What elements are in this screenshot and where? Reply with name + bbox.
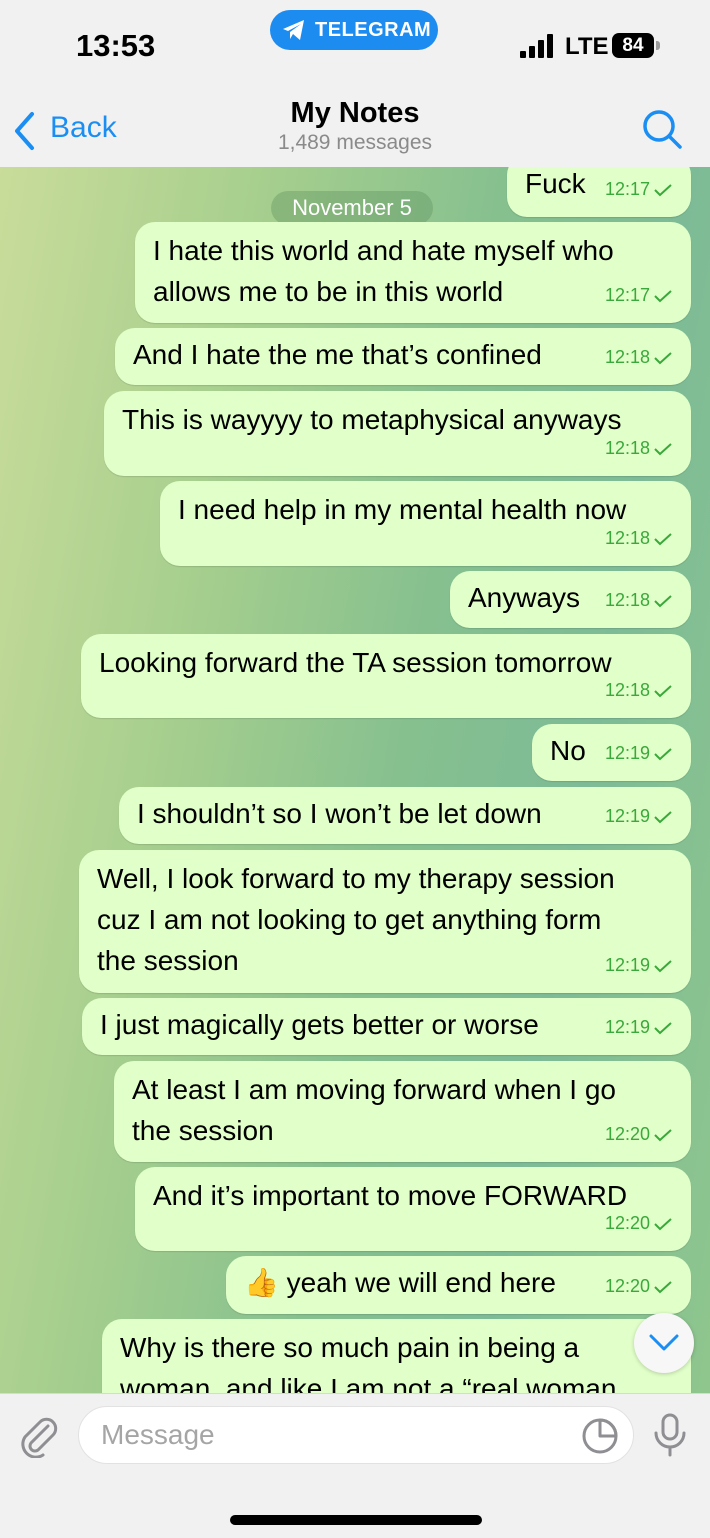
status-bar: 13:53 TELEGRAM LTE 84: [0, 0, 710, 95]
message-bubble[interactable]: I hate this world and hate myself who al…: [135, 222, 691, 323]
checkmark-icon: [654, 443, 672, 456]
message-meta: 12:20: [605, 1266, 673, 1307]
chevron-down-icon: [649, 1334, 679, 1351]
message-meta: 12:17: [605, 275, 673, 316]
message-text: 👍 yeah we will end here: [244, 1267, 556, 1298]
chat-header: Back My Notes 1,489 messages: [0, 95, 710, 168]
message-bubble[interactable]: At least I am moving forward when I go t…: [114, 1061, 691, 1162]
message-text: No: [550, 735, 586, 766]
message-text: Looking forward the TA session tomorrow: [99, 647, 612, 678]
message-time: 12:18: [604, 680, 650, 700]
message-bubble[interactable]: Well, I look forward to my therapy sessi…: [79, 850, 691, 993]
message-time: 12:19: [604, 1017, 650, 1037]
checkmark-icon: [654, 352, 672, 365]
microphone-icon[interactable]: [650, 1412, 690, 1458]
message-bubble[interactable]: This is wayyyy to metaphysical anyways 1…: [104, 391, 691, 476]
message-meta: 12:19: [605, 733, 673, 774]
message-meta: 12:19: [605, 796, 673, 837]
home-indicator: [230, 1515, 482, 1525]
telegram-pill-label: TELEGRAM: [315, 19, 432, 41]
message-bubble[interactable]: Fuck 12:17: [507, 167, 691, 217]
message-time: 12:17: [604, 285, 650, 305]
message-time: 12:19: [604, 955, 650, 975]
paperclip-icon[interactable]: [18, 1414, 60, 1458]
message-time: 12:20: [604, 1124, 650, 1144]
telegram-plane-icon: [283, 20, 304, 40]
status-time: 13:53: [76, 28, 156, 63]
message-text: At least I am moving forward when I go t…: [132, 1074, 616, 1146]
message-text: And it’s important to move FORWARD: [153, 1180, 628, 1211]
message-text: I need help in my mental health now: [178, 494, 627, 525]
message-meta: 12:18: [605, 428, 673, 469]
date-chip: November 5: [271, 191, 433, 225]
chat-title[interactable]: My Notes: [0, 97, 710, 130]
checkmark-icon: [654, 184, 672, 197]
checkmark-icon: [654, 533, 672, 546]
message-meta: 12:18: [605, 337, 673, 378]
message-bubble[interactable]: Looking forward the TA session tomorrow …: [81, 634, 691, 718]
battery-indicator: 84: [612, 33, 654, 58]
message-bubble[interactable]: I shouldn’t so I won’t be let down 12:19: [119, 787, 691, 844]
battery-tip: [656, 41, 660, 50]
message-meta: 12:17: [605, 169, 673, 210]
message-text: Anyways: [468, 582, 581, 613]
message-meta: 12:18: [605, 518, 673, 559]
message-text: Well, I look forward to my therapy sessi…: [97, 863, 615, 976]
message-bubble[interactable]: And it’s important to move FORWARD 12:20: [135, 1167, 691, 1251]
message-meta: 12:20: [605, 1114, 673, 1155]
message-meta: 12:20: [605, 1203, 673, 1244]
message-text: I shouldn’t so I won’t be let down: [137, 798, 542, 829]
message-time: 12:18: [604, 438, 650, 458]
message-time: 12:20: [604, 1276, 650, 1296]
network-label: LTE: [565, 33, 609, 60]
checkmark-icon: [654, 595, 672, 608]
checkmark-icon: [654, 1022, 672, 1035]
checkmark-icon: [654, 748, 672, 761]
message-bubble[interactable]: 👍 yeah we will end here 12:20: [226, 1256, 691, 1314]
message-text: Fuck: [525, 168, 586, 199]
message-bubble[interactable]: And I hate the me that’s confined 12:18: [115, 328, 691, 385]
checkmark-icon: [654, 811, 672, 824]
message-bubble[interactable]: Anyways 12:18: [450, 571, 691, 628]
signal-icon: [520, 34, 553, 58]
message-time: 12:18: [604, 347, 650, 367]
message-time: 12:20: [604, 1213, 650, 1233]
chat-subtitle: 1,489 messages: [277, 131, 433, 154]
search-icon[interactable]: [640, 107, 684, 151]
message-time: 12:19: [604, 743, 650, 763]
chat-area[interactable]: November 5 Fuck 12:17 I hate this world …: [0, 167, 710, 1393]
message-text: I hate this world and hate myself who al…: [153, 235, 614, 307]
checkmark-icon: [654, 685, 672, 698]
message-text: I just magically gets better or worse: [100, 1009, 539, 1040]
checkmark-icon: [654, 290, 672, 303]
message-meta: 12:18: [605, 580, 673, 621]
message-input[interactable]: [78, 1406, 634, 1464]
message-meta: 12:18: [605, 670, 673, 711]
checkmark-icon: [654, 1218, 672, 1231]
message-meta: 12:19: [605, 945, 673, 986]
message-input-bar: [0, 1393, 710, 1538]
message-meta: 12:19: [605, 1007, 673, 1048]
message-bubble[interactable]: I just magically gets better or worse 12…: [82, 998, 691, 1055]
telegram-app-pill[interactable]: TELEGRAM: [270, 10, 438, 50]
sticker-icon[interactable]: [580, 1416, 620, 1456]
message-time: 12:19: [604, 806, 650, 826]
checkmark-icon: [654, 960, 672, 973]
checkmark-icon: [654, 1129, 672, 1142]
message-text: Why is there so much pain in being a wom…: [120, 1332, 617, 1393]
message-time: 12:18: [604, 528, 650, 548]
message-bubble[interactable]: Why is there so much pain in being a wom…: [102, 1319, 691, 1393]
scroll-to-bottom-button[interactable]: [634, 1313, 694, 1373]
message-time: 12:17: [604, 179, 650, 199]
checkmark-icon: [654, 1281, 672, 1294]
message-bubble[interactable]: I need help in my mental health now 12:1…: [160, 481, 691, 566]
message-time: 12:18: [604, 590, 650, 610]
message-bubble[interactable]: No 12:19: [532, 724, 691, 781]
message-text: This is wayyyy to metaphysical anyways: [122, 404, 622, 435]
message-text: And I hate the me that’s confined: [133, 339, 542, 370]
